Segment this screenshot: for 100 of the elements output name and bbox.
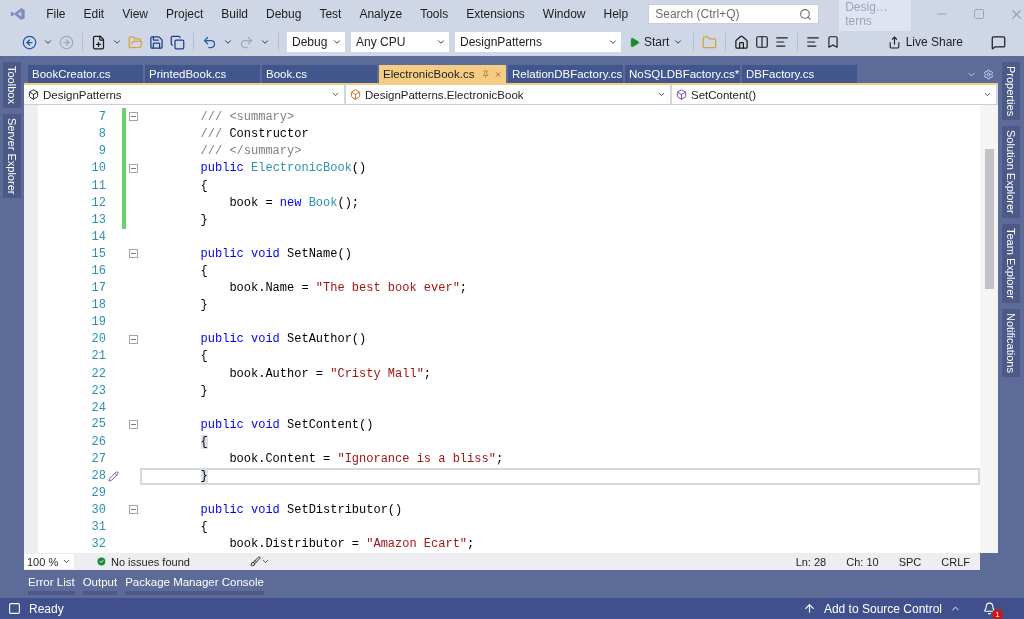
document-tab[interactable]: BookCreator.cs	[28, 65, 143, 83]
cube-icon	[676, 89, 687, 100]
menu-item[interactable]: Analyze	[351, 7, 411, 21]
save-icon[interactable]	[149, 34, 164, 50]
line-number: 26	[90, 434, 106, 449]
code-line: book.Distributor = "Amazon Ecart";	[228, 537, 475, 552]
project-dropdown[interactable]: DesignPatterns	[24, 85, 346, 104]
document-tab[interactable]: NoSQLDBFactory.cs*	[625, 65, 740, 83]
menu-item[interactable]: Edit	[75, 7, 113, 21]
caret-icon	[657, 90, 666, 99]
issues-indicator[interactable]: No issues found	[96, 555, 190, 568]
menu-item[interactable]: File	[38, 7, 74, 21]
menu-item[interactable]: Tools	[412, 7, 457, 21]
caret-icon	[983, 90, 992, 99]
menu-item[interactable]: Test	[311, 7, 350, 21]
caret-icon[interactable]	[43, 37, 53, 47]
line-number: 32	[90, 537, 106, 552]
line-number: 11	[90, 178, 106, 193]
notification-badge: 1	[992, 609, 1003, 619]
line-number: 27	[90, 451, 106, 466]
home-icon[interactable]	[734, 34, 750, 50]
arrow-up-icon[interactable]	[802, 602, 816, 615]
type-dropdown[interactable]: DesignPatterns.ElectronicBook	[346, 85, 672, 104]
document-tab[interactable]: DBFactory.cs	[742, 65, 857, 83]
caret-icon[interactable]	[260, 37, 270, 47]
caret-icon	[331, 90, 340, 99]
caret-icon	[332, 37, 342, 47]
feedback-icon[interactable]	[991, 34, 1006, 50]
side-panel-tab[interactable]: Notifications	[1002, 308, 1020, 377]
menu-item[interactable]: Window	[534, 7, 594, 21]
side-panel-tab[interactable]: Toolbox	[3, 62, 21, 108]
line-number: 22	[90, 366, 106, 381]
status-icon[interactable]	[8, 602, 21, 615]
line-number: 18	[90, 298, 106, 313]
startup-project-dropdown[interactable]: DesignPatterns	[455, 32, 621, 52]
line-indicator: Ln: 28	[794, 555, 828, 568]
live-share-button[interactable]: Live Share	[885, 33, 965, 51]
line-number: 29	[90, 486, 106, 501]
member-dropdown[interactable]: SetContent()	[672, 85, 998, 104]
collapse-icon[interactable]	[128, 249, 138, 259]
solution-title: Desig…terns	[839, 0, 911, 31]
side-panel-tab[interactable]: Server Explorer	[3, 113, 21, 199]
search-icon[interactable]	[799, 7, 813, 21]
side-panel-tab[interactable]: Properties	[1002, 62, 1020, 121]
new-file-icon[interactable]	[91, 34, 106, 50]
bookmark-icon[interactable]	[826, 35, 841, 49]
cube-icon	[28, 89, 39, 100]
document-tab[interactable]: PrintedBook.cs	[145, 65, 260, 83]
menu-item[interactable]: View	[114, 7, 156, 21]
document-tab[interactable]: Book.cs	[262, 65, 377, 83]
save-all-icon[interactable]	[170, 34, 185, 50]
search-field[interactable]: Search (Ctrl+Q)	[648, 4, 820, 24]
code-line: }	[199, 213, 208, 228]
back-icon[interactable]	[22, 34, 37, 50]
side-panel-tab[interactable]: Team Explorer	[1002, 223, 1020, 303]
menu-item[interactable]: Debug	[258, 7, 310, 21]
line-ending-indicator: CRLF	[940, 555, 971, 568]
code-line: book.Content = "Ignorance is a bliss";	[228, 451, 504, 466]
line-number: 20	[90, 332, 106, 347]
side-panel-tab[interactable]: Solution Explorer	[1002, 126, 1020, 218]
collapse-icon[interactable]	[128, 112, 138, 122]
zoom-dropdown[interactable]: 100 %	[24, 554, 74, 569]
line-number: 24	[90, 400, 106, 415]
document-tab[interactable]: RelationDBFactory.cs	[508, 65, 623, 83]
code-line: public void SetAuthor()	[199, 332, 367, 347]
undo-icon[interactable]	[202, 34, 217, 50]
code-line: {	[199, 520, 208, 535]
column-indicator: Ch: 10	[845, 555, 880, 568]
collapse-icon[interactable]	[128, 163, 138, 173]
check-icon	[96, 556, 107, 567]
brush-icon[interactable]	[249, 556, 261, 567]
menu-item[interactable]: Project	[158, 7, 212, 21]
bell-icon[interactable]	[983, 602, 996, 615]
caret-icon[interactable]	[112, 37, 122, 47]
code-line: {	[199, 178, 208, 193]
scrollbar[interactable]	[980, 105, 998, 553]
panel-icon[interactable]	[755, 35, 770, 49]
comment-icon[interactable]	[806, 35, 821, 49]
caret-icon[interactable]	[260, 557, 270, 566]
start-button[interactable]: Start	[627, 33, 686, 51]
play-icon	[629, 36, 640, 48]
menu-item[interactable]: Help	[595, 7, 637, 21]
line-number: 12	[90, 195, 106, 210]
caret-icon	[608, 37, 618, 47]
source-control-button[interactable]: Add to Source Control	[823, 601, 942, 616]
line-number: 25	[90, 417, 106, 432]
whitespace-indicator: SPC	[897, 555, 923, 568]
collapse-icon[interactable]	[128, 420, 138, 429]
settings-icon[interactable]	[983, 68, 994, 80]
code-line: }	[199, 383, 208, 398]
menu-item[interactable]: Extensions	[458, 7, 533, 21]
platform-dropdown[interactable]: Any CPU	[351, 32, 449, 52]
menu-item[interactable]: Build	[213, 7, 257, 21]
configuration-dropdown[interactable]: Debug	[287, 32, 345, 52]
status-text: Ready	[29, 601, 64, 616]
collapse-icon[interactable]	[128, 505, 138, 515]
line-number: 19	[90, 315, 106, 330]
indent-icon[interactable]	[775, 35, 790, 49]
collapse-icon[interactable]	[128, 334, 138, 344]
caret-icon[interactable]	[223, 37, 233, 47]
